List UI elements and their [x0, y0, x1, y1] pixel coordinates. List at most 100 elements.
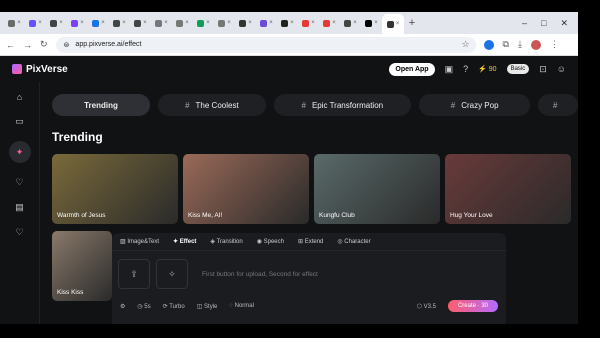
browser-tab[interactable]: ×	[361, 15, 382, 31]
close-icon[interactable]: ✕	[560, 18, 568, 29]
effect-card[interactable]: Warmth of Jesus	[52, 154, 178, 224]
category-chip[interactable]: Trending	[52, 94, 151, 116]
book-icon[interactable]: ▣	[445, 64, 454, 75]
avatar[interactable]	[530, 39, 541, 50]
maximize-icon[interactable]: □	[541, 18, 546, 29]
browser-tab[interactable]: ×	[130, 15, 151, 31]
open-app-button[interactable]: Open App	[389, 62, 435, 76]
effects-grid: Warmth of Jesus Kiss Me, AI! Kungfu Club Hu…	[52, 154, 578, 224]
browser-tab[interactable]: ×	[235, 15, 256, 31]
section-title: Trending	[52, 130, 103, 144]
bookmark-star-icon[interactable]: ☆	[461, 39, 469, 50]
heart-shield-icon[interactable]: ♡	[15, 177, 23, 188]
tab-close-icon[interactable]: ×	[248, 20, 252, 26]
logo[interactable]: PixVerse	[12, 64, 68, 75]
tab-close-icon[interactable]: ×	[374, 20, 378, 26]
plan-badge[interactable]: Basic	[506, 64, 530, 74]
browser-tab[interactable]: ×	[298, 15, 319, 31]
browser-tab[interactable]: ×	[277, 15, 298, 31]
create-icon[interactable]: ✦	[8, 141, 31, 163]
site-info-icon[interactable]: ⊜	[64, 41, 70, 49]
category-chip[interactable]: #	[538, 94, 578, 116]
model-select[interactable]: ⟳ Turbo	[163, 303, 185, 310]
tab-close-icon[interactable]: ×	[227, 20, 231, 26]
browser-tab[interactable]: ×	[172, 15, 193, 31]
menu-icon[interactable]: ⋮	[550, 39, 559, 50]
tab-favicon-icon	[344, 19, 352, 27]
browser-tab[interactable]: ×	[214, 15, 235, 31]
new-tab-button[interactable]: +	[404, 17, 420, 29]
create-button[interactable]: Create · 30	[447, 300, 498, 312]
upload-button[interactable]: ⇪	[118, 259, 150, 289]
favorites-icon[interactable]: ♡	[15, 227, 23, 238]
panel-tab[interactable]: ⊞ Extend	[298, 238, 323, 245]
browser-tab[interactable]: ×	[25, 15, 46, 31]
category-chip[interactable]: # Crazy Pop	[418, 94, 531, 116]
browser-tab[interactable]: ×	[88, 15, 109, 31]
mode-select[interactable]: ◌ Normal	[229, 303, 254, 309]
browser-tab[interactable]: ×	[4, 15, 25, 31]
user-icon[interactable]: ☺	[557, 64, 566, 74]
duration-select[interactable]: ◷ 5s	[137, 303, 150, 310]
browser-tab[interactable]: ×	[256, 15, 277, 31]
panel-tab[interactable]: ◎ Character	[337, 238, 370, 245]
download-icon[interactable]: ⤓	[518, 39, 522, 50]
chip-label: Trending	[84, 100, 118, 110]
reload-icon[interactable]: ↻	[40, 39, 48, 50]
panel-tab[interactable]: ✦ Effect	[173, 238, 196, 245]
tab-close-icon[interactable]: ×	[101, 20, 105, 26]
browser-tab[interactable]: ×	[319, 15, 340, 31]
minimize-icon[interactable]: –	[522, 18, 527, 29]
browser-tab[interactable]: ×	[109, 15, 130, 31]
tab-close-icon[interactable]: ×	[396, 21, 400, 27]
panel-tab[interactable]: ◈ Transition	[210, 238, 242, 245]
tab-close-icon[interactable]: ×	[206, 20, 210, 26]
effect-button[interactable]: ✧	[156, 259, 188, 289]
back-icon[interactable]: ←	[6, 40, 15, 50]
effect-card[interactable]: Hug Your Love	[445, 154, 571, 224]
tab-close-icon[interactable]: ×	[59, 20, 63, 26]
panel-tab[interactable]: ▨ Image&Text	[120, 238, 159, 245]
browser-tab[interactable]: ×	[382, 14, 404, 34]
tab-close-icon[interactable]: ×	[164, 20, 168, 26]
effect-card-small[interactable]: Kiss Kiss	[52, 231, 112, 301]
tab-close-icon[interactable]: ×	[185, 20, 189, 26]
card-label: Kiss Me, AI!	[188, 212, 223, 219]
settings-icon[interactable]: ⚙	[120, 303, 125, 310]
panel-tab[interactable]: ◉ Speech	[257, 238, 284, 245]
effect-card[interactable]: Kungfu Club	[314, 154, 440, 224]
browser-tab[interactable]: ×	[193, 15, 214, 31]
tab-close-icon[interactable]: ×	[17, 20, 21, 26]
model-value: Turbo	[169, 303, 185, 310]
browser-tab[interactable]: ×	[46, 15, 67, 31]
url-field[interactable]: ⊜ app.pixverse.ai/effect ☆	[55, 36, 476, 53]
tab-close-icon[interactable]: ×	[80, 20, 84, 26]
category-chips: Trending # The Coolest # Epic Transformation…	[52, 94, 578, 116]
style-select[interactable]: ◫ Style	[197, 303, 218, 310]
browser-tab[interactable]: ×	[67, 15, 88, 31]
puzzle-icon[interactable]: ⧉	[503, 39, 509, 50]
tab-favicon-icon	[8, 19, 16, 27]
category-chip[interactable]: # Epic Transformation	[273, 94, 411, 116]
browser-tab[interactable]: ×	[151, 15, 172, 31]
help-icon[interactable]: ?	[463, 64, 468, 74]
tab-close-icon[interactable]: ×	[122, 20, 126, 26]
version-select[interactable]: ⬡ V3.5	[417, 303, 436, 310]
credits[interactable]: ⚡ 90	[478, 65, 496, 73]
browser-tab[interactable]: ×	[340, 15, 361, 31]
tab-close-icon[interactable]: ×	[332, 20, 336, 26]
home-icon[interactable]: ⌂	[17, 92, 22, 102]
extension-icon[interactable]	[483, 39, 494, 50]
video-icon[interactable]: ▭	[15, 116, 24, 127]
category-chip[interactable]: # The Coolest	[158, 94, 266, 116]
tab-close-icon[interactable]: ×	[143, 20, 147, 26]
tab-close-icon[interactable]: ×	[353, 20, 357, 26]
tab-close-icon[interactable]: ×	[38, 20, 42, 26]
tab-close-icon[interactable]: ×	[269, 20, 273, 26]
notification-icon[interactable]: ⊡	[539, 64, 547, 75]
forward-icon[interactable]: →	[23, 40, 32, 50]
folder-icon[interactable]: ▤	[15, 202, 24, 213]
tab-close-icon[interactable]: ×	[311, 20, 315, 26]
effect-card[interactable]: Kiss Me, AI!	[183, 154, 309, 224]
tab-close-icon[interactable]: ×	[290, 20, 294, 26]
